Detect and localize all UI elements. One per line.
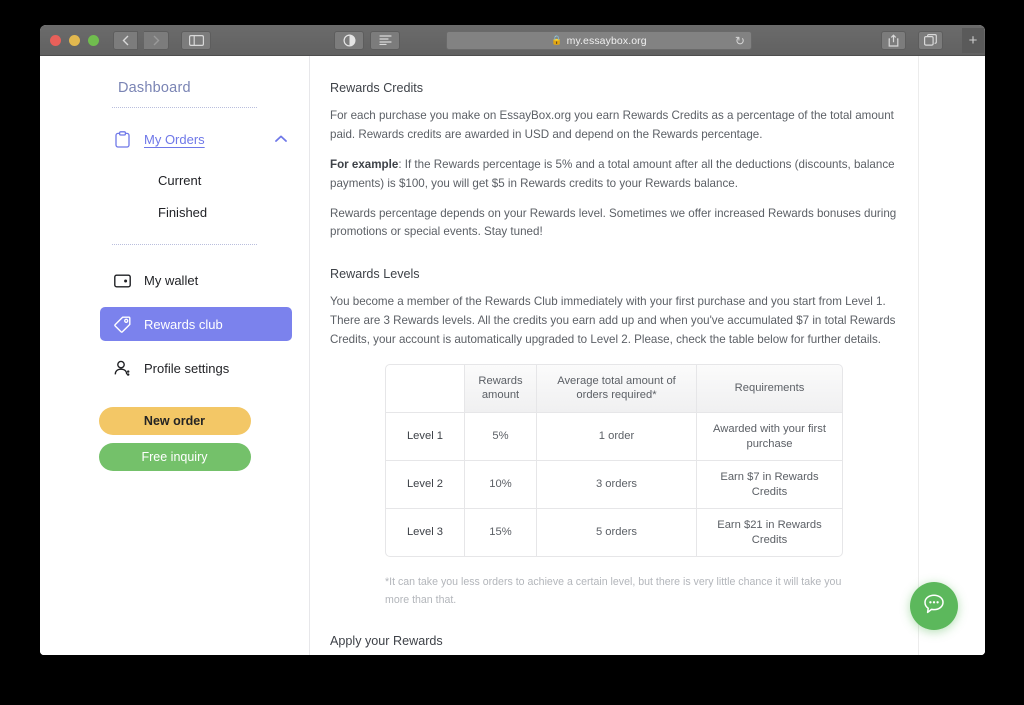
sidebar-divider-top	[112, 107, 257, 108]
sidebar: Dashboard My Orders Current Finished My …	[40, 56, 310, 655]
reader-mode-icon[interactable]	[334, 30, 364, 50]
minimize-window-button[interactable]	[69, 34, 80, 46]
clipboard-icon	[112, 129, 132, 149]
cell-rewards-amount: 15%	[465, 509, 537, 558]
sidebar-item-label: My wallet	[144, 272, 199, 288]
table-header-blank	[385, 363, 465, 413]
paragraph-rewards-example: For example: If the Rewards percentage i…	[330, 156, 898, 194]
paragraph-rewards-percentage: Rewards percentage depends on your Rewar…	[330, 206, 897, 239]
cell-requirements: Earn $21 in Rewards Credits	[697, 509, 843, 558]
lock-icon: 🔒	[551, 35, 563, 45]
table-body: Level 1 5% 1 order Awarded with your fir…	[385, 412, 843, 558]
chat-widget-button[interactable]	[910, 582, 958, 630]
cell-requirements: Earn $7 in Rewards Credits	[697, 461, 843, 510]
table-row: Level 2 10% 3 orders Earn $7 in Rewards …	[385, 461, 843, 510]
url-text: my.essaybox.org	[566, 34, 647, 47]
sidebar-item-finished[interactable]: Finished	[158, 205, 309, 220]
reload-icon[interactable]: ↻	[735, 34, 745, 48]
table-row: Level 1 5% 1 order Awarded with your fir…	[385, 412, 843, 462]
close-window-button[interactable]	[50, 34, 61, 46]
sidebar-item-my-orders[interactable]: My Orders	[112, 122, 309, 156]
cell-orders-required: 1 order	[537, 412, 697, 462]
sidebar-item-profile-settings[interactable]: Profile settings	[112, 351, 309, 385]
chevron-up-icon[interactable]	[275, 134, 287, 145]
cell-rewards-amount: 5%	[465, 412, 537, 462]
free-inquiry-button[interactable]: Free inquiry	[98, 443, 251, 471]
sidebar-toggle-icon[interactable]	[181, 30, 211, 50]
navigation-buttons	[113, 30, 169, 50]
cell-requirements: Awarded with your first purchase	[697, 412, 843, 462]
cell-orders-required: 5 orders	[537, 509, 697, 558]
table-footnote: *It can take you less orders to achieve …	[385, 576, 842, 607]
share-icon[interactable]	[881, 30, 906, 50]
new-order-button[interactable]: New order	[98, 407, 251, 435]
content-wrapper: Rewards Credits For each purchase you ma…	[310, 56, 985, 655]
sidebar-divider-middle	[112, 244, 257, 245]
window-controls	[40, 34, 99, 46]
rewards-levels-table: Rewards amount Average total amount of o…	[385, 363, 843, 558]
page-title: Dashboard	[118, 80, 191, 96]
paragraph-rewards-levels: You become a member of the Rewards Club …	[330, 295, 896, 347]
back-arrow-icon[interactable]	[113, 30, 138, 50]
main-content: Rewards Credits For each purchase you ma…	[310, 56, 919, 655]
wallet-icon	[112, 270, 132, 290]
forward-arrow-icon[interactable]	[144, 30, 169, 50]
cell-level: Level 1	[385, 412, 465, 462]
browser-toolbar: 🔒 my.essaybox.org ↻ +	[40, 25, 985, 56]
tab-overview-icon[interactable]	[918, 30, 943, 50]
table-header-orders-required: Average total amount of orders required*	[537, 363, 697, 413]
tag-icon	[112, 314, 132, 334]
cell-level: Level 3	[385, 509, 465, 558]
paragraph-rewards-credits-intro: For each purchase you make on EssayBox.o…	[330, 109, 894, 142]
sidebar-item-label: My Orders	[144, 131, 205, 147]
cell-level: Level 2	[385, 461, 465, 510]
chat-bubble-icon	[921, 591, 947, 622]
cell-rewards-amount: 10%	[465, 461, 537, 510]
table-header: Rewards amount Average total amount of o…	[385, 363, 843, 413]
for-example-text: : If the Rewards percentage is 5% and a …	[330, 157, 895, 190]
table-row: Level 3 15% 5 orders Earn $21 in Rewards…	[385, 509, 843, 558]
heading-rewards-credits: Rewards Credits	[330, 81, 424, 95]
content-right-gutter	[919, 56, 985, 655]
new-tab-button[interactable]: +	[962, 28, 984, 53]
table-header-row: Rewards amount Average total amount of o…	[385, 363, 843, 413]
user-settings-icon	[112, 358, 132, 378]
sidebar-item-current[interactable]: Current	[158, 173, 309, 188]
sidebar-item-rewards-club[interactable]: Rewards club	[100, 307, 292, 341]
sidebar-item-label: Profile settings	[144, 360, 230, 376]
reader-tools-group	[328, 30, 400, 50]
table-header-requirements: Requirements	[697, 363, 843, 413]
cell-orders-required: 3 orders	[537, 461, 697, 510]
address-bar[interactable]: 🔒 my.essaybox.org ↻	[446, 31, 752, 50]
for-example-label: For example	[330, 157, 399, 171]
heading-apply-rewards: Apply your Rewards	[330, 634, 443, 649]
toolbar-right-group	[875, 30, 943, 50]
sidebar-item-my-wallet[interactable]: My wallet	[112, 263, 309, 297]
browser-window: 🔒 my.essaybox.org ↻ + Dashboard My Order…	[40, 25, 985, 655]
table-header-rewards-amount: Rewards amount	[465, 363, 537, 413]
sidebar-item-label: Rewards club	[144, 316, 223, 332]
maximize-window-button[interactable]	[88, 34, 99, 46]
page-content: Dashboard My Orders Current Finished My …	[40, 56, 985, 655]
heading-rewards-levels: Rewards Levels	[330, 267, 420, 282]
reading-list-icon[interactable]	[370, 30, 400, 50]
